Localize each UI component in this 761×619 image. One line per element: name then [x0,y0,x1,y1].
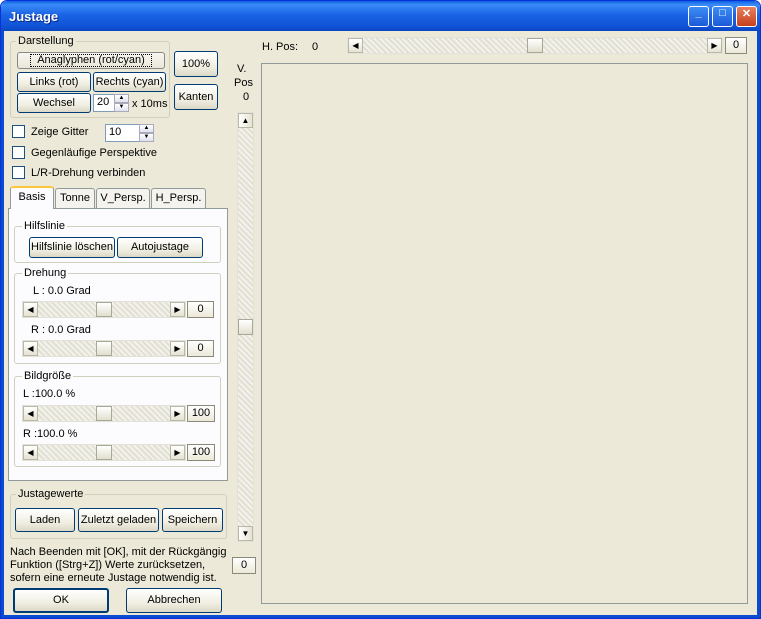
autojustage-button[interactable]: Autojustage [117,237,203,258]
scroll-thumb[interactable] [96,341,112,356]
scroll-thumb[interactable] [527,38,543,53]
grid-size-spinner[interactable]: ▲ ▼ [139,124,154,142]
scroll-thumb[interactable] [238,319,253,335]
rotation-link-checkbox[interactable] [12,166,25,179]
justage-window: Justage _ □ ✕ Darstellung Anaglyphen (ro… [0,0,761,619]
scroll-up-icon[interactable]: ▲ [238,113,253,128]
scroll-right-icon[interactable]: ▶ [170,445,185,460]
scroll-right-icon[interactable]: ▶ [707,38,722,53]
grid-checkbox[interactable] [12,125,25,138]
perspective-label: Gegenläufige Perspektive [31,147,157,159]
drehung-label: Drehung [22,267,69,279]
scroll-right-icon[interactable]: ▶ [170,341,185,356]
anaglyph-button-label: Anaglyphen (rot/cyan) [30,54,152,67]
rechts-button[interactable]: Rechts (cyan) [93,72,166,92]
scroll-thumb[interactable] [96,445,112,460]
preview-area[interactable] [261,63,748,604]
rotation-l-text: L : 0.0 Grad [33,285,91,297]
note-line-2: Funktion ([Strg+Z]) Werte zurücksetzen, [10,559,206,571]
cancel-button[interactable]: Abbrechen [126,588,222,613]
rotation-r-scrollbar[interactable]: ◀ ▶ [22,340,186,357]
scroll-left-icon[interactable]: ◀ [23,302,38,317]
spin-down-icon[interactable]: ▼ [114,103,129,112]
size-l-value[interactable]: 100 [187,405,215,422]
scroll-thumb[interactable] [96,406,112,421]
rotation-l-scrollbar[interactable]: ◀ ▶ [22,301,186,318]
window-title: Justage [9,9,59,24]
rotation-r-value[interactable]: 0 [187,340,214,357]
scroll-down-icon[interactable]: ▼ [238,526,253,541]
hpos-scrollbar[interactable]: ◀ ▶ [347,37,723,54]
links-button[interactable]: Links (rot) [17,72,91,92]
size-r-text: R :100.0 % [23,428,78,440]
minimize-icon: _ [695,7,702,19]
hpos-label: H. Pos: [262,41,299,53]
rotation-r-text: R : 0.0 Grad [31,324,91,336]
vpos-value-box[interactable]: 0 [232,557,256,574]
clear-helpline-button[interactable]: Hilfslinie löschen [29,237,115,258]
maximize-button[interactable]: □ [712,6,733,27]
tab-h-persp[interactable]: H_Persp. [151,188,206,209]
window-frame-left [1,31,4,618]
laden-button[interactable]: Laden [15,508,75,532]
window-frame-right [757,31,760,618]
scroll-right-icon[interactable]: ▶ [170,406,185,421]
rotation-l-value[interactable]: 0 [187,301,214,318]
bildgroesse-label: Bildgröße [22,370,74,382]
vpos-scrollbar[interactable]: ▲ ▼ [237,112,254,542]
wechsel-button[interactable]: Wechsel [17,93,91,113]
scroll-left-icon[interactable]: ◀ [23,406,38,421]
close-button[interactable]: ✕ [736,6,757,27]
size-r-scrollbar[interactable]: ◀ ▶ [22,444,186,461]
scroll-left-icon[interactable]: ◀ [348,38,363,53]
spin-up-icon[interactable]: ▲ [114,94,129,103]
scroll-left-icon[interactable]: ◀ [23,445,38,460]
tab-tonne[interactable]: Tonne [55,188,95,209]
interval-unit: x 10ms [132,98,168,110]
scroll-right-icon[interactable]: ▶ [170,302,185,317]
title-bar[interactable]: Justage _ □ ✕ [1,1,760,31]
close-icon: ✕ [741,8,752,20]
note-line-1: Nach Beenden mit [OK], mit der Rückgängi… [10,546,227,558]
interval-spinner[interactable]: ▲ ▼ [114,94,129,112]
justagewerte-label: Justagewerte [16,488,86,500]
ok-button[interactable]: OK [13,588,109,613]
speichern-button[interactable]: Speichern [162,508,223,532]
interval-field[interactable]: 20 [93,94,115,112]
hilfslinie-label: Hilfslinie [22,220,67,232]
tab-v-persp[interactable]: V_Persp. [96,188,150,209]
vpos-value-text: 0 [243,91,250,103]
vpos-label-2: Pos [234,77,253,89]
window-frame-bottom [1,615,760,618]
spin-down-icon[interactable]: ▼ [139,133,154,142]
darstellung-label: Darstellung [16,35,76,47]
hpos-value-text: 0 [312,41,319,53]
kanten-button[interactable]: Kanten [174,84,218,110]
tab-basis[interactable]: Basis [10,186,54,209]
spin-up-icon[interactable]: ▲ [139,124,154,133]
grid-label: Zeige Gitter [31,126,89,138]
size-l-scrollbar[interactable]: ◀ ▶ [22,405,186,422]
zuletzt-geladen-button[interactable]: Zuletzt geladen [78,508,159,532]
vpos-label-1: V. [237,63,247,75]
size-l-text: L :100.0 % [23,388,76,400]
grid-size-field[interactable]: 10 [105,124,141,142]
perspective-checkbox[interactable] [12,146,25,159]
hpos-value-box[interactable]: 0 [725,37,747,54]
size-r-value[interactable]: 100 [187,444,215,461]
maximize-icon: □ [719,7,726,19]
scroll-left-icon[interactable]: ◀ [23,341,38,356]
rotation-link-label: L/R-Drehung verbinden [31,167,146,179]
anaglyph-button[interactable]: Anaglyphen (rot/cyan) [17,52,165,69]
note-line-3: sofern eine erneute Justage notwendig is… [10,572,217,584]
minimize-button[interactable]: _ [688,6,709,27]
zoom-100-button[interactable]: 100% [174,51,218,77]
scroll-thumb[interactable] [96,302,112,317]
